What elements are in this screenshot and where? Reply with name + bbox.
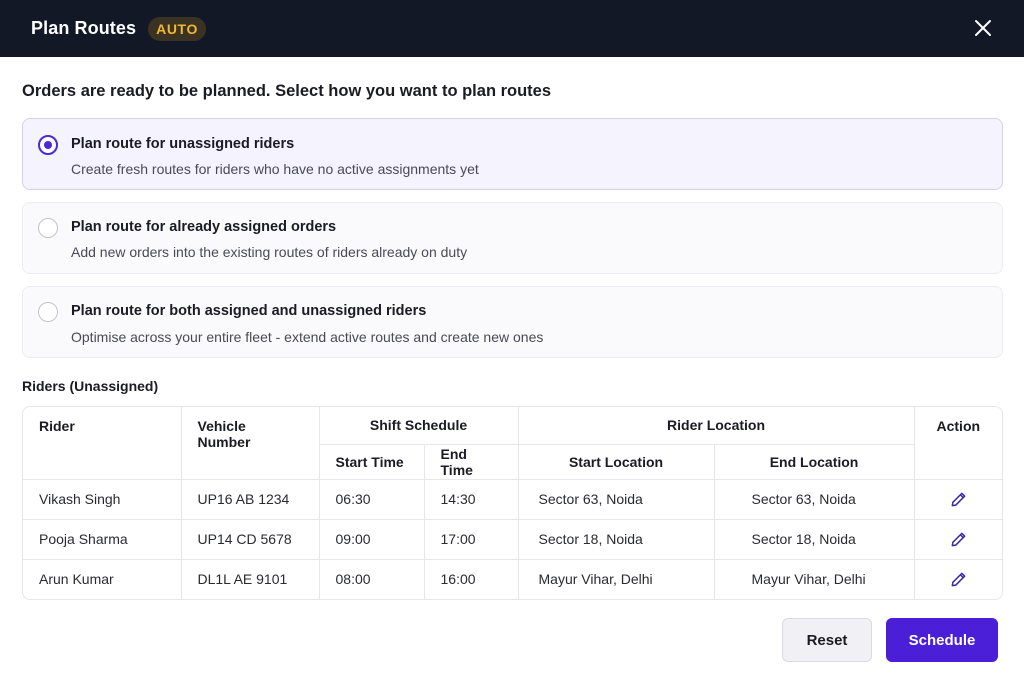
option-description: Add new orders into the existing routes … — [71, 244, 468, 260]
column-header-action: Action — [913, 407, 1002, 480]
end-location: Mayur Vihar, Delhi — [713, 558, 915, 599]
modal-header: Plan Routes AUTO — [0, 0, 1024, 57]
column-header-shift-schedule: Shift Schedule — [318, 407, 519, 445]
auto-badge: AUTO — [148, 16, 206, 41]
instruction-text: Orders are ready to be planned. Select h… — [22, 82, 552, 100]
vehicle-number: UP16 AB 1234 — [180, 478, 320, 520]
modal-title: Plan Routes — [31, 18, 137, 38]
close-icon[interactable] — [974, 19, 992, 37]
column-header-rider: Rider — [23, 407, 182, 480]
column-header-start-location: Start Location — [517, 443, 715, 480]
end-time: 16:00 — [423, 558, 519, 599]
pencil-icon[interactable] — [950, 571, 967, 588]
vehicle-number: UP14 CD 5678 — [180, 518, 320, 560]
table-row: Vikash Singh UP16 AB 1234 06:30 14:30 Se… — [23, 478, 1002, 520]
start-location: Sector 63, Noida — [517, 478, 715, 520]
radio-button[interactable] — [38, 302, 58, 322]
column-header-end-location: End Location — [713, 443, 915, 480]
rider-name: Vikash Singh — [23, 478, 182, 520]
table-row: Pooja Sharma UP14 CD 5678 09:00 17:00 Se… — [23, 518, 1002, 560]
pencil-icon[interactable] — [950, 531, 967, 548]
action-cell — [913, 558, 1002, 599]
option-title: Plan route for both assigned and unassig… — [71, 303, 427, 319]
column-header-end-time: End Time — [423, 443, 519, 480]
start-time: 06:30 — [318, 478, 425, 520]
column-header-start-time: Start Time — [319, 443, 425, 480]
radio-button-selected[interactable] — [38, 135, 58, 155]
option-assigned-orders[interactable]: Plan route for already assigned orders A… — [22, 202, 1003, 274]
start-time: 08:00 — [318, 558, 425, 599]
action-cell — [913, 518, 1002, 560]
schedule-button[interactable]: Schedule — [886, 618, 998, 662]
action-cell — [913, 478, 1002, 520]
table-row: Arun Kumar DL1L AE 9101 08:00 16:00 Mayu… — [23, 558, 1002, 599]
option-title: Plan route for already assigned orders — [71, 219, 337, 235]
option-description: Optimise across your entire fleet - exte… — [71, 329, 544, 345]
option-description: Create fresh routes for riders who have … — [71, 161, 479, 177]
end-time: 14:30 — [423, 478, 519, 520]
start-time: 09:00 — [318, 518, 425, 560]
start-location: Sector 18, Noida — [517, 518, 715, 560]
rider-name: Pooja Sharma — [23, 518, 182, 560]
riders-table: Rider Vehicle Number Shift Schedule Ride… — [22, 406, 1003, 600]
column-header-vehicle: Vehicle Number — [180, 407, 320, 480]
option-unassigned-riders[interactable]: Plan route for unassigned riders Create … — [22, 118, 1003, 190]
pencil-icon[interactable] — [950, 491, 967, 508]
option-title: Plan route for unassigned riders — [71, 136, 295, 152]
start-location: Mayur Vihar, Delhi — [517, 558, 715, 599]
radio-button[interactable] — [38, 218, 58, 238]
riders-section-title: Riders (Unassigned) — [22, 378, 159, 394]
end-location: Sector 63, Noida — [713, 478, 915, 520]
option-both-riders[interactable]: Plan route for both assigned and unassig… — [22, 286, 1003, 358]
end-location: Sector 18, Noida — [713, 518, 915, 560]
reset-button[interactable]: Reset — [782, 618, 872, 662]
column-header-rider-location: Rider Location — [517, 407, 915, 445]
rider-name: Arun Kumar — [23, 558, 182, 599]
end-time: 17:00 — [423, 518, 519, 560]
vehicle-number: DL1L AE 9101 — [180, 558, 320, 599]
